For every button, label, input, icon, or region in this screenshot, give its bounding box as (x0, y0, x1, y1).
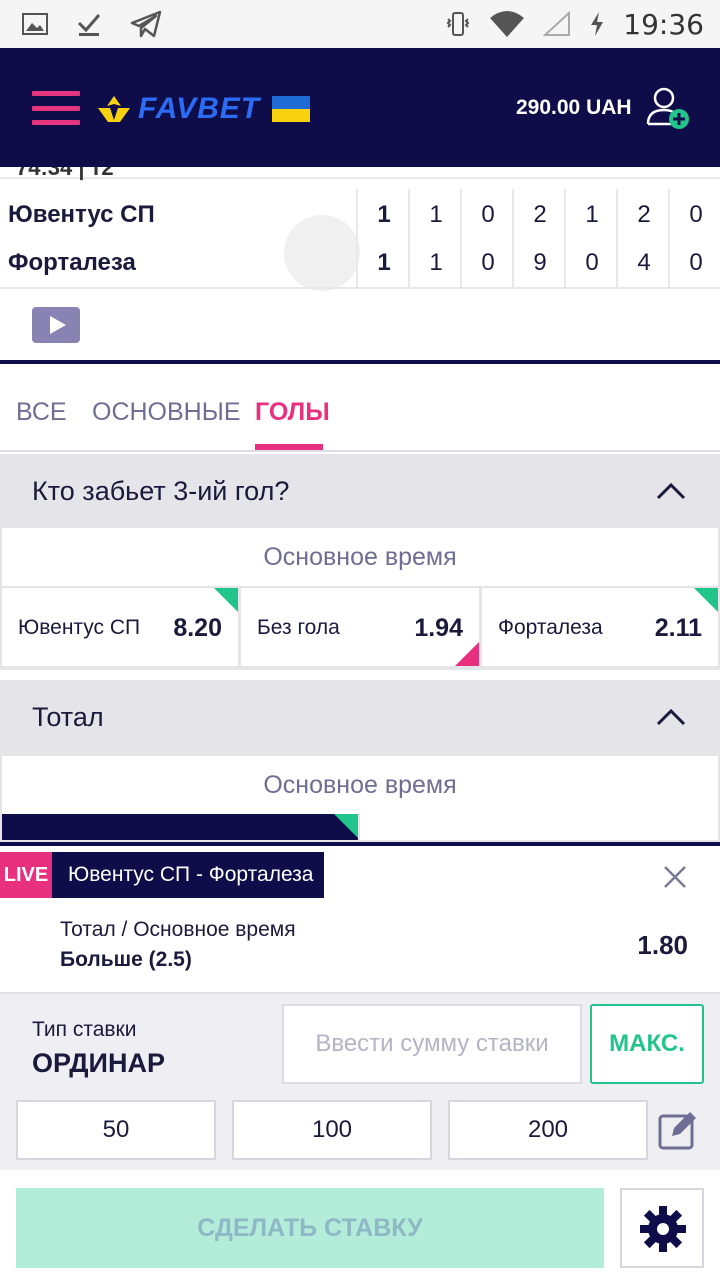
ukraine-flag-icon (272, 96, 311, 122)
team-row-home: Ювентус СП 1 1 0 2 1 2 0 (0, 191, 720, 239)
bet-type-label: Тип ставки (32, 1018, 137, 1041)
period-label: Основное время (2, 756, 718, 814)
score-cell: 2 (637, 201, 651, 228)
tab-main[interactable]: ОСНОВНЫЕ (92, 398, 241, 427)
odd-button-home[interactable]: Ювентус СП 8.20 (2, 588, 238, 666)
vibrate-icon (446, 12, 470, 36)
bet-type-value[interactable]: ОРДИНАР (32, 1048, 165, 1079)
live-badge: LIVE (0, 852, 52, 898)
video-row (0, 287, 720, 362)
market-header-total[interactable]: Тотал (0, 680, 720, 754)
match-time: 74:34 | т2 (16, 167, 114, 180)
scoreboard-header-row: 74:34 | т2 (0, 167, 720, 180)
score-cell: 1 (377, 201, 391, 228)
stake-input[interactable]: Ввести сумму ставки (282, 1004, 582, 1084)
odd-label: Ювентус СП (18, 616, 141, 639)
tab-goals[interactable]: ГОЛЫ (255, 398, 330, 427)
clock: 19:36 (623, 7, 704, 41)
odds-down-indicator (455, 642, 479, 666)
account-balance[interactable]: 290.00 UAH (516, 96, 632, 120)
score-cell: 0 (585, 249, 599, 276)
gear-icon (640, 1206, 686, 1252)
odd-value: 2.11 (654, 614, 702, 642)
team-name: Ювентус СП (8, 201, 155, 228)
telegram-icon (130, 10, 162, 38)
bet-slip: LIVE Ювентус СП - Форталеза Тотал / Осно… (0, 842, 720, 1280)
favbet-logo-icon (98, 96, 130, 122)
bet-odd: 1.80 (637, 930, 688, 960)
wifi-icon (490, 11, 525, 37)
odd-button-no-goal[interactable]: Без гола 1.94 (241, 588, 479, 666)
image-icon (22, 13, 48, 35)
odd-button[interactable] (360, 814, 718, 840)
quick-amount-button[interactable]: 50 (16, 1100, 216, 1160)
stake-area: Тип ставки ОРДИНАР Ввести сумму ставки М… (0, 992, 720, 1170)
odd-value: 1.94 (414, 614, 463, 642)
score-cell: 9 (533, 249, 547, 276)
quick-amount-button[interactable]: 200 (448, 1100, 648, 1160)
place-bet-area: СДЕЛАТЬ СТАВКУ (0, 1170, 720, 1280)
signal-icon (543, 11, 571, 36)
bet-match-name: Ювентус СП - Форталеза (52, 852, 324, 898)
team-name: Форталеза (8, 249, 136, 276)
charging-icon (591, 12, 604, 36)
odds-up-indicator (214, 588, 238, 612)
place-bet-button[interactable]: СДЕЛАТЬ СТАВКУ (16, 1188, 604, 1268)
odd-label: Без гола (257, 616, 340, 639)
team-row-away: Форталеза 1 1 0 9 0 4 0 (0, 239, 720, 287)
bet-outcome: Больше (2.5) (60, 948, 192, 971)
score-cell: 1 (429, 249, 443, 276)
market-tabs: ВСЕ ОСНОВНЫЕ ГОЛЫ (0, 364, 720, 452)
scoreboard: 74:34 | т2 Ювентус СП 1 1 0 2 1 2 0 Форт… (0, 167, 720, 362)
brand-name: FAVBET (138, 92, 261, 125)
market-title: Кто забьет 3-ий гол? (32, 476, 290, 506)
bet-market: Тотал / Основное время (60, 918, 296, 941)
quick-amount-button[interactable]: 100 (232, 1100, 432, 1160)
chevron-up-icon[interactable] (656, 482, 686, 500)
max-stake-button[interactable]: МАКС. (590, 1004, 704, 1084)
status-bar: 19:36 (0, 0, 720, 48)
edit-icon[interactable] (658, 1108, 700, 1150)
user-add-icon[interactable] (646, 86, 690, 130)
menu-icon[interactable] (32, 91, 80, 125)
score-cell: 0 (689, 249, 703, 276)
market-body-third-goal: Основное время Ювентус СП 8.20 Без гола … (0, 528, 720, 670)
chevron-up-icon[interactable] (656, 708, 686, 726)
close-icon[interactable] (662, 864, 688, 890)
period-label: Основное время (2, 528, 718, 586)
logo[interactable]: FAVBET (96, 92, 311, 126)
score-cell: 1 (429, 201, 443, 228)
score-cell: 0 (481, 201, 495, 228)
score-cell: 1 (377, 249, 391, 276)
market-title: Тотал (32, 702, 104, 732)
score-cell: 2 (533, 201, 547, 228)
tab-all[interactable]: ВСЕ (16, 398, 67, 427)
settings-button[interactable] (620, 1188, 704, 1268)
score-cell: 0 (481, 249, 495, 276)
app-header: FAVBET 290.00 UAH (0, 48, 720, 167)
score-cell: 0 (689, 201, 703, 228)
play-video-button[interactable] (32, 307, 80, 343)
odd-label: Форталеза (498, 616, 603, 639)
odd-button-away[interactable]: Форталеза 2.11 (482, 588, 718, 666)
odd-value: 8.20 (173, 614, 222, 642)
odds-up-indicator (334, 814, 358, 838)
download-done-icon (77, 14, 101, 36)
selected-odd-button[interactable] (2, 814, 358, 840)
market-header-third-goal[interactable]: Кто забьет 3-ий гол? (0, 454, 720, 528)
score-cell: 1 (585, 201, 599, 228)
score-cell: 4 (637, 249, 651, 276)
active-tab-indicator (255, 444, 323, 450)
odds-up-indicator (694, 588, 718, 612)
